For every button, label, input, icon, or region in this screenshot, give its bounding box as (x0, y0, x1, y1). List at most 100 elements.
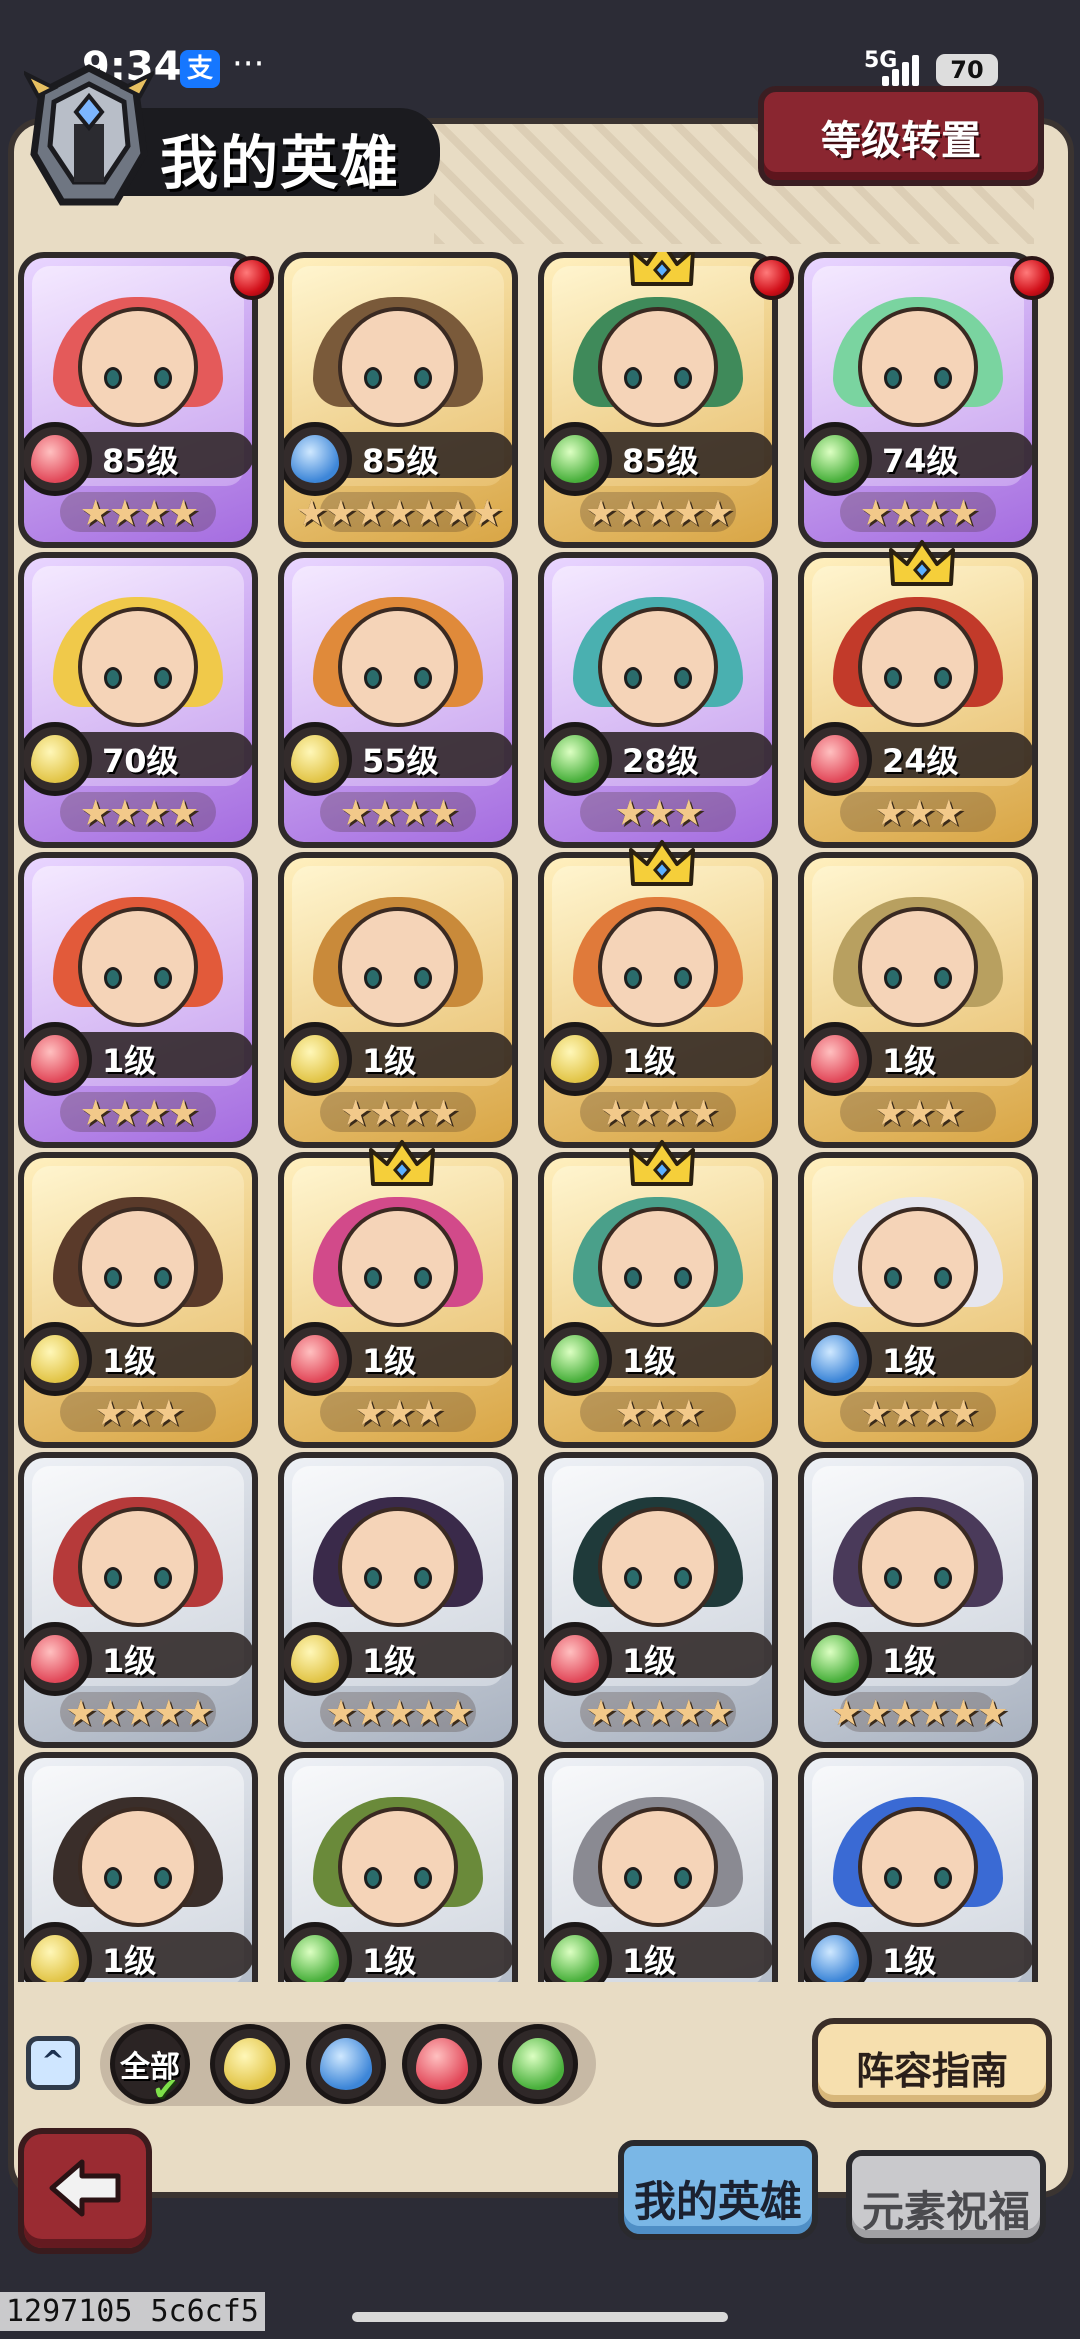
hero-level: 1级 (882, 1342, 937, 1380)
hero-stars: ★★★★★★★ (295, 493, 504, 534)
hero-stars: ★★★★★ (584, 1693, 734, 1734)
hero-card[interactable]: 85级 ★★★★★ (538, 252, 778, 548)
hero-stars: ★★★ (874, 793, 965, 834)
page-title: 我的英雄 (160, 129, 401, 197)
wind-element-icon (512, 2038, 564, 2090)
water-element-icon (284, 422, 352, 496)
hero-card[interactable]: 24级 ★★★ (798, 552, 1038, 848)
hero-card[interactable]: 55级 ★★★★ (278, 552, 518, 848)
fire-element-icon (24, 1622, 92, 1696)
hero-level: 1级 (362, 1942, 417, 1980)
notification-dot (750, 256, 794, 300)
hero-card[interactable]: 1级 ★★★★★★ (798, 1452, 1038, 1748)
water-element-icon (320, 2038, 372, 2090)
hero-face (338, 1207, 458, 1328)
fire-element-icon (284, 1322, 352, 1396)
tab-element-blessing[interactable]: 元素祝福 (846, 2150, 1046, 2244)
hero-stars: ★★★ (354, 1393, 445, 1434)
selected-check-icon: ✔ (152, 2070, 179, 2108)
hero-face (338, 307, 458, 428)
hero-face (78, 1807, 198, 1928)
hero-card[interactable]: 1级 ★★★★★ (538, 1452, 778, 1748)
hero-face (858, 907, 978, 1028)
hero-card[interactable]: 85级 ★★★★★★★ (278, 252, 518, 548)
tab-my-heroes[interactable]: 我的英雄 (618, 2140, 818, 2240)
hero-level: 1级 (362, 1342, 417, 1380)
hero-stars: ★★★★★ (64, 1693, 214, 1734)
hero-face (78, 307, 198, 428)
signal-icon (882, 52, 922, 86)
filter-wind-button[interactable] (498, 2024, 578, 2104)
hero-stars: ★★★★ (859, 493, 979, 534)
hero-card[interactable]: 1级 ★★★ (18, 1152, 258, 1448)
filter-earth-button[interactable] (210, 2024, 290, 2104)
hero-face (598, 1207, 718, 1328)
hero-face (78, 607, 198, 728)
hero-face (598, 1507, 718, 1628)
notification-dot (230, 256, 274, 300)
back-button[interactable] (18, 2128, 152, 2254)
wind-element-icon (544, 722, 612, 796)
hero-level: 1级 (622, 1942, 677, 1980)
hero-level: 55级 (362, 742, 439, 780)
hero-card[interactable]: 1级 (18, 1752, 258, 1982)
crown-icon (629, 1140, 695, 1186)
earth-element-icon (284, 1622, 352, 1696)
hero-card[interactable]: 1级 ★★★ (278, 1152, 518, 1448)
hero-level: 74级 (882, 442, 959, 480)
hero-card[interactable]: 1级 ★★★★★ (18, 1452, 258, 1748)
home-indicator (352, 2312, 728, 2322)
hero-face (338, 1507, 458, 1628)
hero-card[interactable]: 85级 ★★★★ (18, 252, 258, 548)
hero-stars: ★★★★★ (584, 493, 734, 534)
hero-card[interactable]: 1级 ★★★★ (278, 852, 518, 1148)
hero-card[interactable]: 1级 ★★★ (798, 852, 1038, 1148)
filter-water-button[interactable] (306, 2024, 386, 2104)
lineup-guide-label: 阵容指南 (855, 2049, 1008, 2093)
water-element-icon (804, 1322, 872, 1396)
hero-level: 85级 (622, 442, 699, 480)
tab-my-heroes-label: 我的英雄 (633, 2177, 802, 2226)
hero-card[interactable]: 1级 (538, 1752, 778, 1982)
filter-fire-button[interactable] (402, 2024, 482, 2104)
watermark: 1297105 5c6cf5 (0, 2292, 265, 2331)
hero-card[interactable]: 74级 ★★★★ (798, 252, 1038, 548)
hero-stars: ★★★★★ (324, 1693, 474, 1734)
tab-element-blessing-label: 元素祝福 (861, 2187, 1030, 2236)
hero-card[interactable]: 1级 (798, 1752, 1038, 1982)
hero-level: 85级 (102, 442, 179, 480)
hero-stars: ★★★★ (79, 793, 199, 834)
hero-level: 1级 (622, 1642, 677, 1680)
hero-face (858, 607, 978, 728)
hero-card[interactable]: 1级 ★★★★ (538, 852, 778, 1148)
chevron-up-icon: ^ (41, 2044, 65, 2077)
hero-face (858, 307, 978, 428)
hero-stars: ★★★ (94, 1393, 185, 1434)
wind-element-icon (804, 1622, 872, 1696)
more-icon: ··· (232, 44, 265, 84)
battery-icon: 70 (936, 54, 998, 86)
hero-card[interactable]: 28级 ★★★ (538, 552, 778, 848)
hero-card[interactable]: 1级 ★★★★★ (278, 1452, 518, 1748)
level-transfer-button[interactable]: 等级转置 (758, 86, 1044, 186)
hero-level: 1级 (882, 1642, 937, 1680)
notification-dot (1010, 256, 1054, 300)
wind-element-icon (804, 422, 872, 496)
hero-face (858, 1507, 978, 1628)
hero-card[interactable]: 1级 (278, 1752, 518, 1982)
hero-stars: ★★★ (614, 793, 705, 834)
hero-stars: ★★★★ (859, 1393, 979, 1434)
hero-card[interactable]: 1级 ★★★★ (18, 852, 258, 1148)
alipay-icon: 支 (180, 50, 220, 88)
hero-grid: 85级 ★★★★ 85级 ★★★★★★★ 85级 ★★★★★ 74级 ★★★★ 70级 ★★★★ 5… (14, 252, 1054, 1982)
hero-card[interactable]: 70级 ★★★★ (18, 552, 258, 848)
hero-stars: ★★★ (614, 1393, 705, 1434)
hero-face (338, 607, 458, 728)
lineup-guide-button[interactable]: 阵容指南 (812, 2018, 1052, 2108)
hero-stars: ★★★★★★ (830, 1693, 1009, 1734)
fire-element-icon (544, 1622, 612, 1696)
hero-card[interactable]: 1级 ★★★★ (798, 1152, 1038, 1448)
hero-card[interactable]: 1级 ★★★ (538, 1152, 778, 1448)
earth-element-icon (224, 2038, 276, 2090)
collapse-filter-button[interactable]: ^ (26, 2036, 80, 2090)
